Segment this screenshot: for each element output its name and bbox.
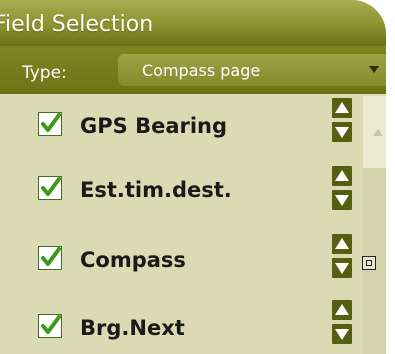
- field-checkbox[interactable]: [38, 246, 62, 270]
- field-checkbox[interactable]: [38, 176, 62, 200]
- move-up-button[interactable]: [332, 234, 352, 254]
- list-item-brg-next: Brg.Next: [0, 304, 330, 348]
- check-mark-icon: [41, 247, 61, 266]
- field-label: Compass: [80, 248, 186, 272]
- type-label: Type:: [22, 63, 67, 83]
- move-up-button[interactable]: [332, 98, 352, 118]
- move-down-button[interactable]: [332, 258, 352, 278]
- chevron-down-icon: [369, 66, 379, 73]
- title-bar: Field Selection: [0, 0, 386, 46]
- field-label: Est.tim.dest.: [80, 178, 232, 202]
- field-list: GPS Bearing Est.tim.dest. Compass Brg.Ne…: [0, 94, 386, 354]
- triangle-down-icon: [335, 127, 349, 138]
- type-dropdown-value: Compass page: [142, 61, 261, 80]
- window-title: Field Selection: [0, 12, 154, 37]
- move-down-button[interactable]: [332, 190, 352, 210]
- triangle-up-icon: [335, 170, 349, 181]
- move-up-button[interactable]: [332, 300, 352, 320]
- field-label: Brg.Next: [80, 316, 185, 340]
- list-item-gps-bearing: GPS Bearing: [0, 102, 330, 146]
- triangle-up-icon: [335, 238, 349, 249]
- type-bar: Type: Compass page: [0, 46, 386, 94]
- check-mark-icon: [41, 315, 61, 334]
- triangle-up-icon: [335, 102, 349, 113]
- list-item-compass: Compass: [0, 236, 330, 280]
- list-item-est-tim-dest: Est.tim.dest.: [0, 166, 330, 210]
- triangle-down-icon: [335, 263, 349, 274]
- type-dropdown[interactable]: Compass page: [118, 54, 386, 86]
- triangle-up-icon: [335, 304, 349, 315]
- triangle-down-icon: [335, 195, 349, 206]
- move-down-button[interactable]: [332, 122, 352, 142]
- triangle-down-icon: [335, 329, 349, 340]
- field-label: GPS Bearing: [80, 114, 228, 138]
- field-selection-window: Field Selection Type: Compass page GPS B…: [0, 0, 386, 354]
- field-checkbox[interactable]: [38, 112, 62, 136]
- field-checkbox[interactable]: [38, 314, 62, 338]
- move-up-button[interactable]: [332, 166, 352, 186]
- target-square-icon[interactable]: [362, 256, 376, 270]
- scroll-up-icon[interactable]: [373, 129, 383, 136]
- check-mark-icon: [41, 113, 61, 132]
- move-down-button[interactable]: [332, 324, 352, 344]
- check-mark-icon: [41, 177, 61, 196]
